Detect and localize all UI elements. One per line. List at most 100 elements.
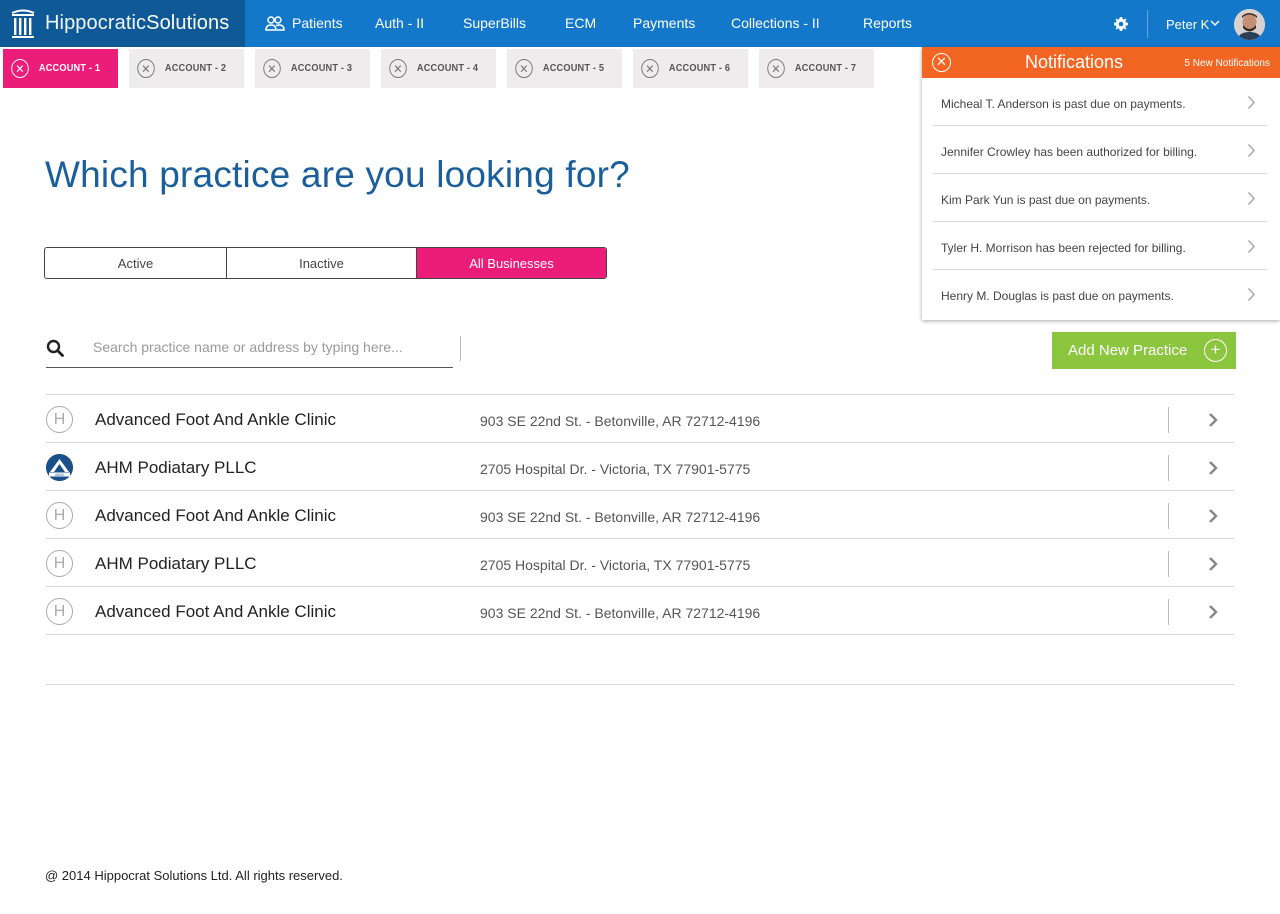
avatar[interactable] <box>1234 9 1265 40</box>
close-tab-icon[interactable]: ✕ <box>263 59 281 78</box>
close-tab-icon[interactable]: ✕ <box>137 59 155 78</box>
practice-logo-icon: H <box>46 598 73 625</box>
add-button-label: Add New Practice <box>1068 342 1188 359</box>
page-title: Which practice are you looking for? <box>45 154 630 195</box>
practice-logo-icon: H <box>46 406 73 433</box>
nav-item-superbills[interactable]: SuperBills <box>463 0 526 47</box>
notification-item[interactable]: Micheal T. Anderson is past due on payme… <box>933 78 1267 126</box>
pillar-logo-icon <box>11 9 35 38</box>
tab-label: ACCOUNT - 1 <box>38 63 101 74</box>
row-divider <box>1168 455 1169 481</box>
practice-address: 903 SE 22nd St. - Betonville, AR 72712-4… <box>480 413 761 429</box>
close-tab-icon[interactable]: ✕ <box>767 59 785 78</box>
notifications-title: Notifications <box>1024 52 1124 72</box>
nav-item-ecm[interactable]: ECM <box>565 0 596 47</box>
row-divider <box>1168 599 1169 625</box>
list-item[interactable]: H Advanced Foot And Ankle Clinic 903 SE … <box>46 395 1234 443</box>
notifications-count: 5 New Notifications <box>1184 58 1270 69</box>
notification-item[interactable]: Henry M. Douglas is past due on payments… <box>933 270 1267 318</box>
notifications-panel: ✕ Notifications 5 New Notifications Mich… <box>922 47 1280 320</box>
practice-logo-icon: VANC <box>46 454 73 481</box>
row-divider <box>1168 551 1169 577</box>
search-underline <box>46 367 453 368</box>
divider <box>46 684 1234 685</box>
chevron-right-icon <box>1247 287 1256 302</box>
close-tab-icon[interactable]: ✕ <box>389 59 407 78</box>
practice-name: AHM Podiatary PLLC <box>95 458 257 477</box>
tab-account-5[interactable]: ✕ ACCOUNT - 5 <box>507 49 622 88</box>
notification-text: Micheal T. Anderson is past due on payme… <box>941 97 1186 111</box>
row-divider <box>1168 407 1169 433</box>
close-tab-icon[interactable]: ✕ <box>11 59 29 78</box>
practice-logo-icon: H <box>46 502 73 529</box>
notification-text: Jennifer Crowley has been authorized for… <box>941 145 1198 159</box>
tab-account-7[interactable]: ✕ ACCOUNT - 7 <box>759 49 874 88</box>
close-tab-icon[interactable]: ✕ <box>641 59 659 78</box>
notification-item[interactable]: Jennifer Crowley has been authorized for… <box>933 126 1267 174</box>
practice-list: H Advanced Foot And Ankle Clinic 903 SE … <box>46 394 1234 635</box>
nav-divider <box>1147 10 1148 38</box>
chevron-right-icon <box>1247 191 1256 206</box>
notification-item[interactable]: Kim Park Yun is past due on payments. <box>933 174 1267 222</box>
chevron-right-icon[interactable] <box>1208 412 1218 428</box>
nav-item-payments[interactable]: Payments <box>633 0 695 47</box>
list-item[interactable]: H Advanced Foot And Ankle Clinic 903 SE … <box>46 491 1234 539</box>
svg-text:VANC: VANC <box>55 473 65 477</box>
tab-label: ACCOUNT - 3 <box>290 63 353 74</box>
close-tab-icon[interactable]: ✕ <box>515 59 533 78</box>
chevron-right-icon <box>1247 95 1256 110</box>
brand-name: HippocraticSolutions <box>45 12 230 34</box>
plus-circle-icon: + <box>1204 339 1227 362</box>
brand-logo-area[interactable]: HippocraticSolutions <box>0 0 245 47</box>
tab-label: ACCOUNT - 2 <box>164 63 227 74</box>
notification-text: Henry M. Douglas is past due on payments… <box>941 289 1174 303</box>
filter-inactive[interactable]: Inactive <box>227 248 417 278</box>
practice-name: AHM Podiatary PLLC <box>95 554 257 573</box>
filter-all-businesses[interactable]: All Businesses <box>417 248 606 278</box>
filter-active[interactable]: Active <box>45 248 227 278</box>
search-divider <box>460 336 461 361</box>
notification-text: Tyler H. Morrison has been rejected for … <box>941 241 1186 255</box>
nav-item-reports[interactable]: Reports <box>863 0 912 47</box>
chevron-right-icon[interactable] <box>1208 556 1218 572</box>
practice-address: 903 SE 22nd St. - Betonville, AR 72712-4… <box>480 605 761 621</box>
notification-text: Kim Park Yun is past due on payments. <box>941 193 1151 207</box>
nav-item-auth[interactable]: Auth - II <box>375 0 424 47</box>
chevron-right-icon[interactable] <box>1208 460 1218 476</box>
nav-item-collections[interactable]: Collections - II <box>731 0 820 47</box>
account-tabs: ✕ ACCOUNT - 1 ✕ ACCOUNT - 2 ✕ ACCOUNT - 3 ✕… <box>3 49 885 88</box>
footer-copyright: @ 2014 Hippocrat Solutions Ltd. All righ… <box>45 868 343 883</box>
tab-account-6[interactable]: ✕ ACCOUNT - 6 <box>633 49 748 88</box>
list-item[interactable]: VANC AHM Podiatary PLLC 2705 Hospital Dr… <box>46 443 1234 491</box>
tab-account-1[interactable]: ✕ ACCOUNT - 1 <box>3 49 118 88</box>
nav-label: Patients <box>292 15 343 31</box>
practice-name: Advanced Foot And Ankle Clinic <box>95 506 336 525</box>
list-item[interactable]: H Advanced Foot And Ankle Clinic 903 SE … <box>46 587 1234 635</box>
tab-account-3[interactable]: ✕ ACCOUNT - 3 <box>255 49 370 88</box>
chevron-down-icon[interactable] <box>1210 20 1220 27</box>
practice-address: 2705 Hospital Dr. - Victoria, TX 77901-5… <box>480 557 751 573</box>
top-nav-bar: HippocraticSolutions Patients Auth - II … <box>0 0 1280 47</box>
practice-logo-icon: H <box>46 550 73 577</box>
tab-account-2[interactable]: ✕ ACCOUNT - 2 <box>129 49 244 88</box>
nav-item-patients[interactable]: Patients <box>265 0 343 47</box>
status-filter: Active Inactive All Businesses <box>44 247 607 279</box>
list-item[interactable]: H AHM Podiatary PLLC 2705 Hospital Dr. -… <box>46 539 1234 587</box>
chevron-right-icon <box>1247 239 1256 254</box>
notification-item[interactable]: Tyler H. Morrison has been rejected for … <box>933 222 1267 270</box>
notifications-header: ✕ Notifications 5 New Notifications <box>922 47 1280 78</box>
add-new-practice-button[interactable]: Add New Practice + <box>1052 332 1236 369</box>
user-name[interactable]: Peter K <box>1166 0 1209 50</box>
tab-label: ACCOUNT - 4 <box>416 63 479 74</box>
row-divider <box>1168 503 1169 529</box>
tab-label: ACCOUNT - 5 <box>542 63 605 74</box>
tab-label: ACCOUNT - 7 <box>794 63 857 74</box>
chevron-right-icon[interactable] <box>1208 604 1218 620</box>
patients-icon <box>265 15 285 31</box>
search-input[interactable] <box>93 333 453 361</box>
tab-label: ACCOUNT - 6 <box>668 63 731 74</box>
tab-account-4[interactable]: ✕ ACCOUNT - 4 <box>381 49 496 88</box>
gear-icon[interactable] <box>1113 16 1129 32</box>
chevron-right-icon[interactable] <box>1208 508 1218 524</box>
practice-name: Advanced Foot And Ankle Clinic <box>95 602 336 621</box>
